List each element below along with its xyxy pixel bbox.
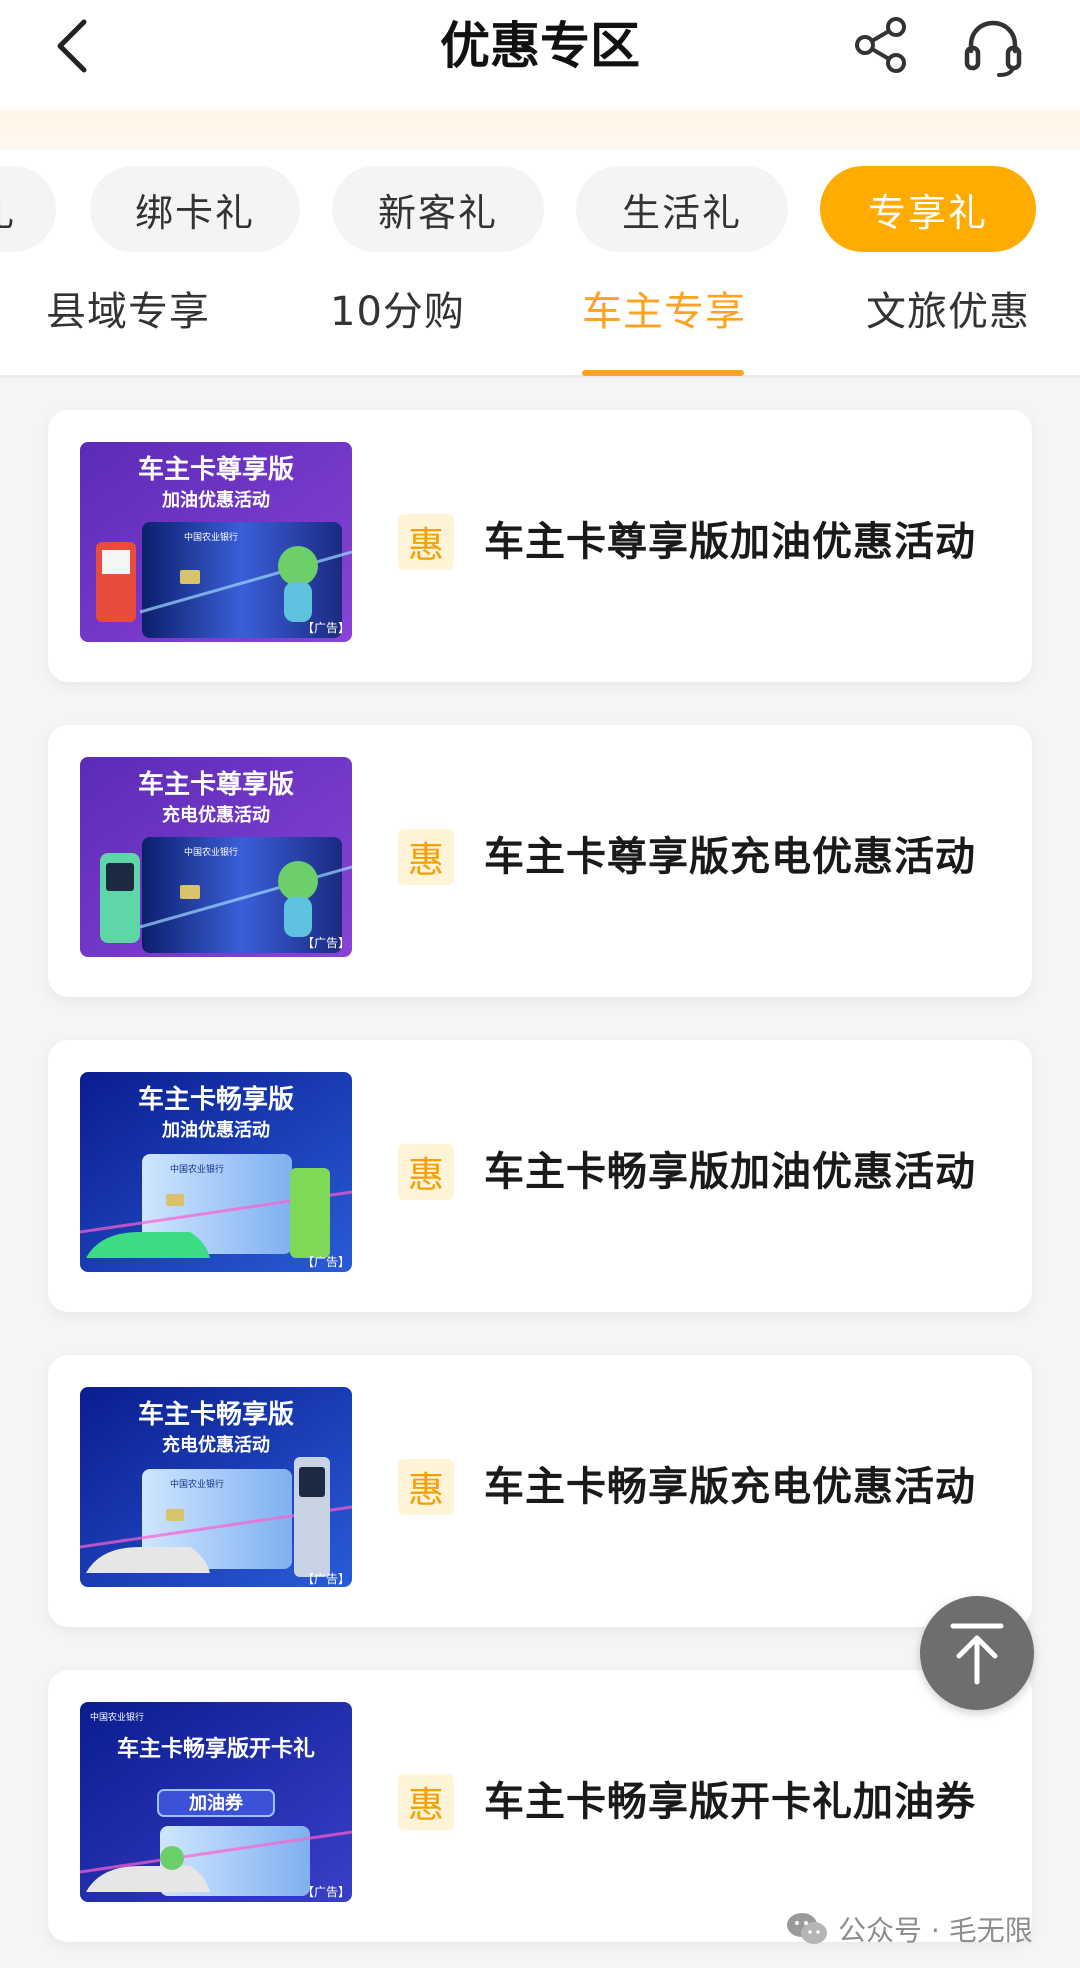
share-button[interactable] bbox=[848, 12, 914, 78]
offer-card[interactable]: 车主卡畅享版 加油优惠活动 中国农业银行 【广告】 惠 车主卡畅享版加油优惠活动 bbox=[48, 1040, 1032, 1312]
thumb-bank-name: 中国农业银行 bbox=[170, 1163, 224, 1174]
category-pill[interactable]: 礼 bbox=[0, 166, 56, 252]
wechat-icon bbox=[787, 1913, 827, 1944]
thumb-headline: 车主卡畅享版 bbox=[138, 1084, 294, 1114]
thumb-headline: 车主卡尊享版 bbox=[138, 769, 294, 799]
offer-title: 车主卡尊享版加油优惠活动 bbox=[484, 519, 976, 565]
category-pill-life[interactable]: 生活礼 bbox=[576, 166, 788, 252]
offer-list: 车主卡尊享版 加油优惠活动 中国农业银行 【广告】 惠 车主卡尊享版加油优惠活动 bbox=[0, 380, 1080, 1968]
thumb-subline: 充电优惠活动 bbox=[162, 1434, 270, 1455]
offer-thumbnail: 车主卡畅享版 充电优惠活动 中国农业银行 【广告】 bbox=[80, 1387, 352, 1587]
tab-county[interactable]: 县域专享 bbox=[46, 282, 210, 342]
thumb-ad-label: 【广告】 bbox=[302, 1572, 350, 1586]
tab-10-points[interactable]: 10分购 bbox=[330, 282, 465, 342]
discount-badge: 惠 bbox=[398, 514, 454, 570]
offer-thumbnail: 车主卡畅享版 加油优惠活动 中国农业银行 【广告】 bbox=[80, 1072, 352, 1272]
offer-thumbnail: 车主卡畅享版开卡礼 加油券 中国农业银行 【广告】 bbox=[80, 1702, 352, 1902]
offer-title: 车主卡畅享版加油优惠活动 bbox=[484, 1149, 976, 1195]
thumb-bank-name: 中国农业银行 bbox=[170, 1478, 224, 1489]
watermark: 公众号 · 毛无限 bbox=[786, 1906, 1033, 1952]
watermark-text: 公众号 · 毛无限 bbox=[838, 1914, 1033, 1947]
offer-card[interactable]: 车主卡畅享版开卡礼 加油券 中国农业银行 【广告】 惠 车主卡畅享版开卡礼加油券 bbox=[48, 1670, 1032, 1942]
discount-badge: 惠 bbox=[398, 1774, 454, 1830]
thumb-ad-label: 【广告】 bbox=[302, 1885, 350, 1899]
thumb-subline: 充电优惠活动 bbox=[162, 804, 270, 825]
customer-service-button[interactable] bbox=[958, 12, 1028, 82]
discount-badge: 惠 bbox=[398, 1459, 454, 1515]
category-pill-exclusive[interactable]: 专享礼 bbox=[820, 166, 1036, 252]
offer-card[interactable]: 车主卡尊享版 充电优惠活动 中国农业银行 【广告】 惠 车主卡尊享版充电优惠活动 bbox=[48, 725, 1032, 997]
tab-travel[interactable]: 文旅优惠 bbox=[866, 282, 1030, 342]
thumb-ad-label: 【广告】 bbox=[302, 621, 350, 635]
thumb-headline: 车主卡畅享版开卡礼 bbox=[117, 1736, 315, 1761]
thumb-bank-name: 中国农业银行 bbox=[184, 846, 238, 857]
offer-title: 车主卡畅享版充电优惠活动 bbox=[484, 1464, 976, 1510]
chevron-left-icon bbox=[57, 19, 87, 73]
active-tab-indicator bbox=[582, 370, 744, 376]
sub-tab-bar: 县域专享 10分购 车主专享 文旅优惠 bbox=[0, 260, 1080, 378]
discount-badge: 惠 bbox=[398, 829, 454, 885]
offer-card[interactable]: 车主卡尊享版 加油优惠活动 中国农业银行 【广告】 惠 车主卡尊享版加油优惠活动 bbox=[48, 410, 1032, 682]
headset-icon bbox=[964, 20, 1022, 77]
thumb-subline: 加油券 bbox=[188, 1792, 244, 1813]
arrow-up-icon bbox=[950, 1623, 1004, 1685]
thumb-headline: 车主卡畅享版 bbox=[138, 1399, 294, 1429]
thumb-bank-name: 中国农业银行 bbox=[184, 531, 238, 542]
category-pill-row: 礼 绑卡礼 新客礼 生活礼 专享礼 bbox=[0, 150, 1080, 260]
offer-title: 车主卡畅享版开卡礼加油券 bbox=[484, 1779, 976, 1825]
discount-badge: 惠 bbox=[398, 1144, 454, 1200]
offer-thumbnail: 车主卡尊享版 加油优惠活动 中国农业银行 【广告】 bbox=[80, 442, 352, 642]
category-pill-new-customer[interactable]: 新客礼 bbox=[332, 166, 544, 252]
thumb-bank-name: 中国农业银行 bbox=[90, 1711, 144, 1722]
thumb-headline: 车主卡尊享版 bbox=[138, 454, 294, 484]
page-title: 优惠专区 bbox=[440, 17, 640, 75]
thumb-ad-label: 【广告】 bbox=[302, 1255, 350, 1269]
share-icon bbox=[855, 17, 906, 73]
offer-title: 车主卡尊享版充电优惠活动 bbox=[484, 834, 976, 880]
top-app-bar: 优惠专区 bbox=[0, 0, 1080, 110]
tab-car-owner[interactable]: 车主专享 bbox=[582, 282, 746, 342]
offer-card[interactable]: 车主卡畅享版 充电优惠活动 中国农业银行 【广告】 惠 车主卡畅享版充电优惠活动 bbox=[48, 1355, 1032, 1627]
thumb-ad-label: 【广告】 bbox=[302, 936, 350, 950]
category-pill-bind-card[interactable]: 绑卡礼 bbox=[90, 166, 300, 252]
thumb-subline: 加油优惠活动 bbox=[161, 1119, 270, 1140]
offer-thumbnail: 车主卡尊享版 充电优惠活动 中国农业银行 【广告】 bbox=[80, 757, 352, 957]
back-button[interactable] bbox=[40, 14, 104, 78]
thumb-subline: 加油优惠活动 bbox=[161, 489, 270, 510]
back-to-top-button[interactable] bbox=[920, 1596, 1034, 1710]
